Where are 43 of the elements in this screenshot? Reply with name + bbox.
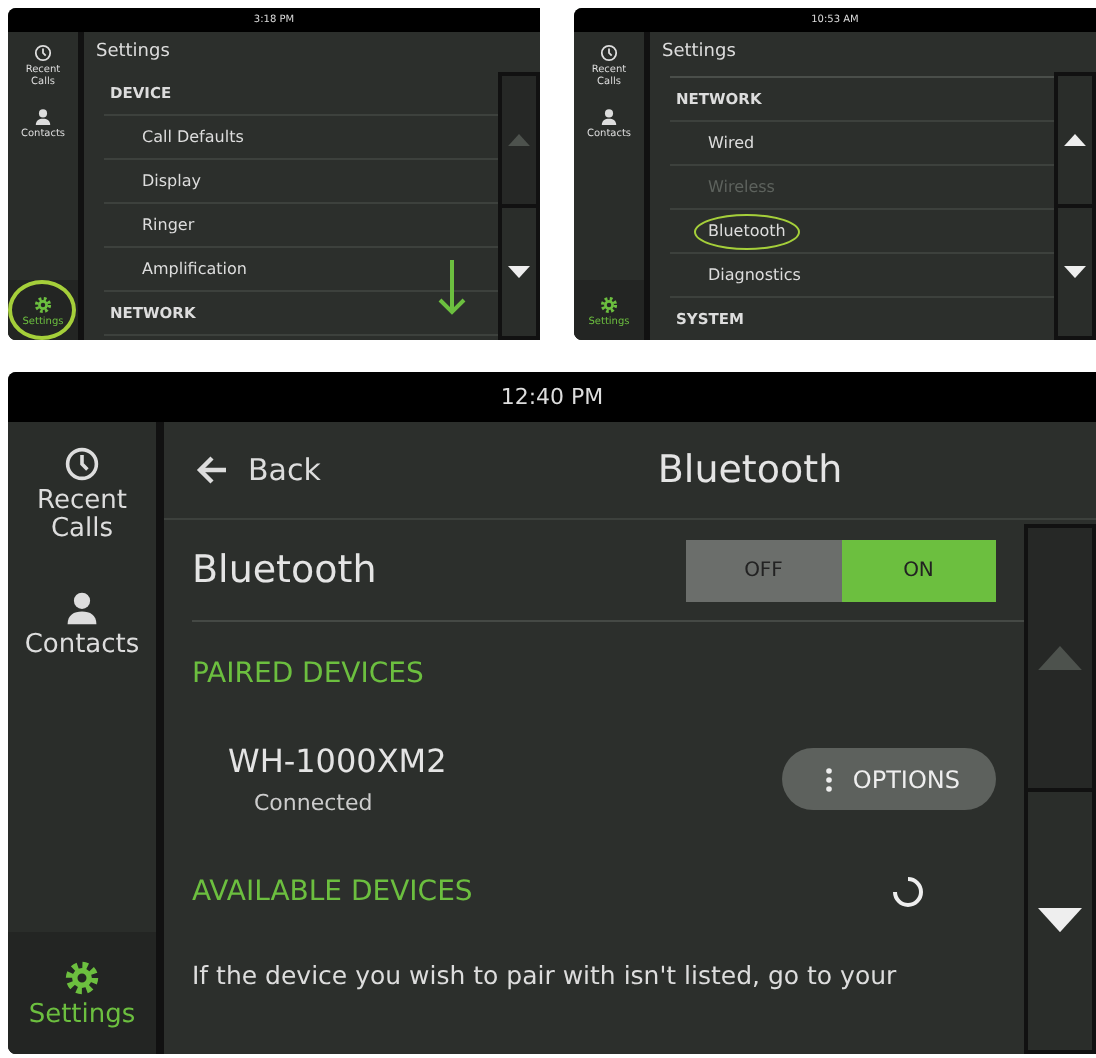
gear-icon	[600, 296, 618, 314]
nav-item[interactable]: Settings	[8, 931, 156, 1054]
device-status: Connected	[254, 790, 375, 816]
clock-icon	[64, 446, 100, 482]
down-triangle-icon	[1064, 265, 1086, 279]
scroll-down-button[interactable]	[1028, 791, 1092, 1050]
down-triangle-icon	[1038, 908, 1082, 933]
scroll-down-button[interactable]	[502, 208, 536, 336]
menu-item[interactable]: Diagnostics	[702, 262, 807, 290]
menu-item[interactable]: Display	[136, 168, 207, 196]
scroll-up-button[interactable]	[1058, 76, 1092, 204]
back-button[interactable]: Back	[192, 444, 325, 496]
gear-icon	[64, 959, 100, 996]
screen-title: Bluetooth	[655, 448, 843, 492]
gear-icon	[34, 296, 52, 314]
person-icon	[600, 108, 618, 126]
setting-label: Bluetooth	[192, 548, 377, 592]
up-triangle-icon	[1064, 133, 1086, 147]
scroll-down-button[interactable]	[1058, 208, 1092, 336]
nav-item[interactable]: Recent Calls	[8, 442, 156, 550]
menu-item[interactable]: Call Defaults	[136, 124, 250, 152]
device-name: WH-1000XM2	[228, 742, 447, 780]
up-triangle-icon	[1038, 645, 1082, 670]
screen-title: Settings	[660, 40, 738, 66]
menu-item[interactable]: Bluetooth	[702, 218, 792, 246]
person-icon	[64, 589, 100, 626]
section-heading: PAIRED DEVICES	[192, 656, 426, 690]
person-icon	[34, 108, 52, 126]
clock-icon	[600, 44, 618, 62]
menu-item[interactable]: Wired	[702, 130, 761, 158]
menu-item[interactable]: Amplification	[136, 256, 253, 284]
help-text: If the device you wish to pair with isn't listed, go to your	[192, 960, 899, 990]
status-time: 12:40 PM	[8, 372, 1096, 422]
back-arrow-icon	[196, 456, 228, 484]
options-button[interactable]: OPTIONS	[782, 748, 996, 810]
nav-item[interactable]: Contacts	[8, 585, 156, 664]
up-triangle-icon	[508, 133, 530, 147]
clock-icon	[34, 44, 52, 62]
kebab-icon	[826, 767, 833, 791]
screen-title: Settings	[94, 40, 172, 66]
down-triangle-icon	[508, 265, 530, 279]
menu-item[interactable]: Ringer	[136, 212, 201, 240]
section-heading: AVAILABLE DEVICES	[192, 876, 473, 908]
